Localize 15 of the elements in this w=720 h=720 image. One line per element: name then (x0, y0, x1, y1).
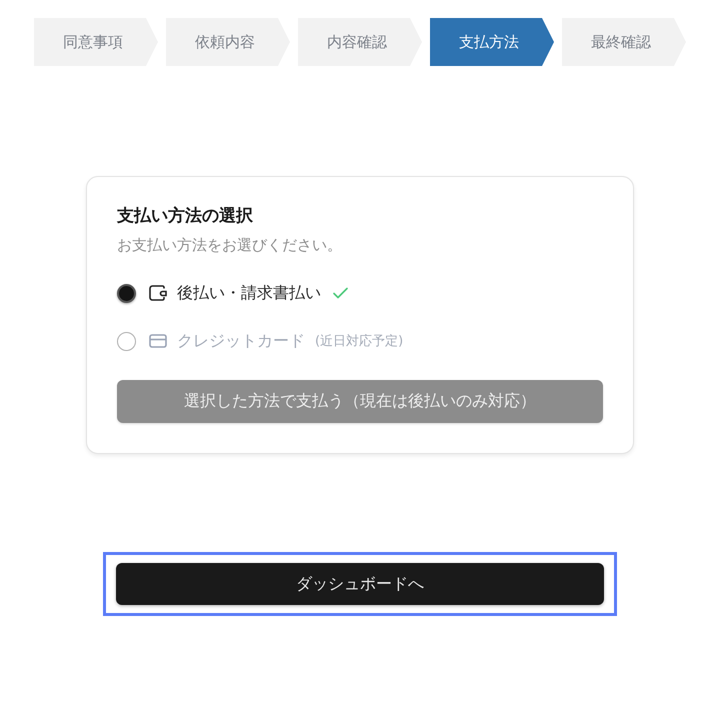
check-icon (333, 287, 348, 299)
option-label: 後払い・請求書払い (177, 282, 321, 304)
option-note: (近日対応予定) (315, 333, 404, 350)
step-tab[interactable]: 最終確認 (562, 18, 686, 66)
option-label: クレジットカード (177, 330, 305, 352)
wallet-icon (149, 285, 167, 301)
step-tab[interactable]: 内容確認 (298, 18, 422, 66)
step-tab[interactable]: 支払方法 (430, 18, 554, 66)
card-title: 支払い方法の選択 (117, 205, 254, 228)
credit-card-icon (149, 333, 167, 349)
step-tab[interactable]: 同意事項 (34, 18, 158, 66)
dashboard-button[interactable]: ダッシュボードへ (116, 563, 604, 605)
step-tab[interactable]: 依頼内容 (166, 18, 290, 66)
radio-button[interactable] (117, 284, 136, 302)
card-subtitle: お支払い方法をお選びください。 (117, 235, 343, 256)
